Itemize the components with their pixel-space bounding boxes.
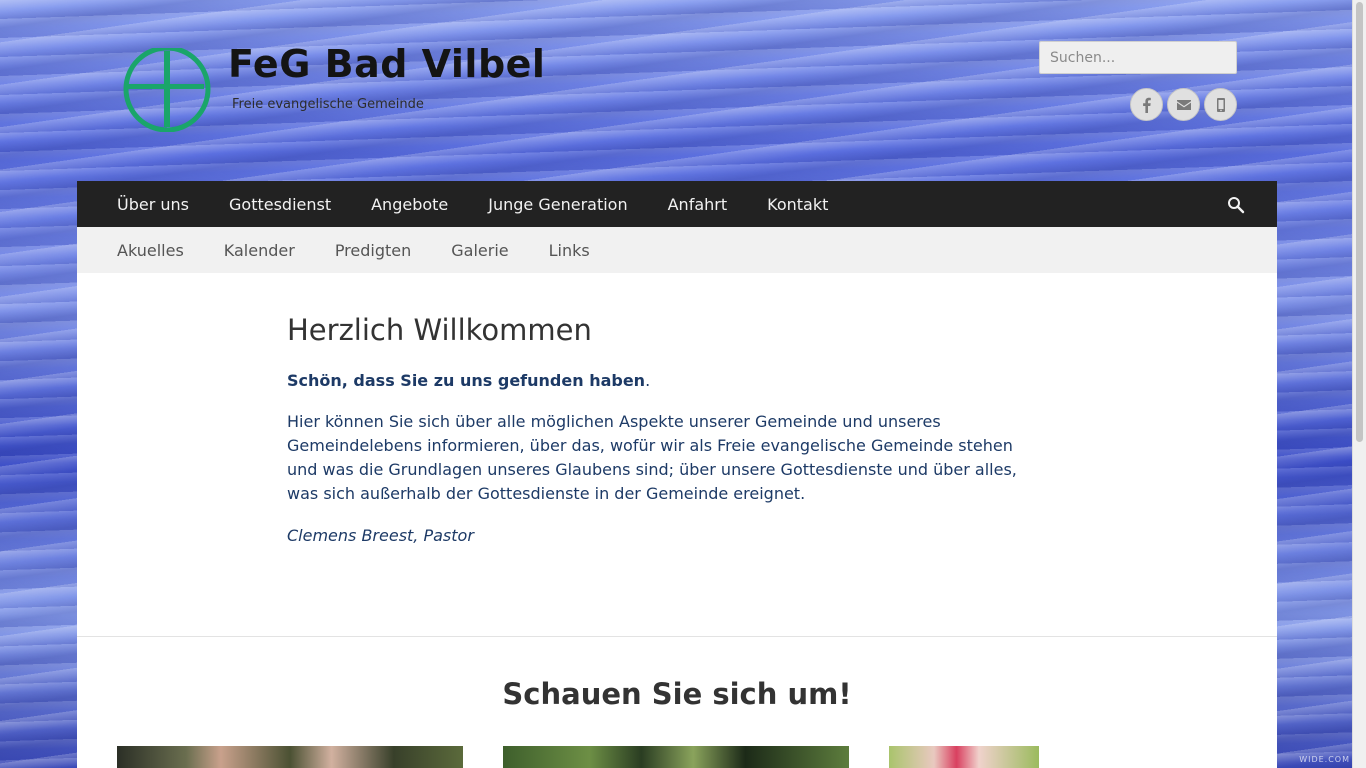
mobile-phone-icon	[1216, 97, 1225, 112]
gallery-thumbnail[interactable]	[117, 746, 463, 768]
welcome-heading: Herzlich Willkommen	[287, 313, 592, 347]
search-input[interactable]	[1039, 41, 1237, 74]
welcome-lead: Schön, dass Sie zu uns gefunden haben.	[287, 371, 1047, 390]
subnav-item-galerie[interactable]: Galerie	[451, 241, 508, 260]
gallery-thumbnail[interactable]	[889, 746, 1039, 768]
search-icon[interactable]	[1227, 196, 1245, 214]
nav-item-anfahrt[interactable]: Anfahrt	[668, 195, 728, 214]
gallery-thumbnail[interactable]	[503, 746, 849, 768]
nav-item-ueber-uns[interactable]: Über uns	[117, 195, 189, 214]
explore-heading: Schauen Sie sich um!	[502, 677, 852, 711]
welcome-section: Herzlich Willkommen Schön, dass Sie zu u…	[287, 313, 1047, 545]
secondary-navigation: Akuelles Kalender Predigten Galerie Link…	[77, 227, 1277, 273]
welcome-lead-tail: .	[645, 371, 651, 390]
mail-icon	[1176, 99, 1191, 110]
subnav-item-predigten[interactable]: Predigten	[335, 241, 411, 260]
facebook-link[interactable]	[1130, 88, 1163, 121]
page-container: Über uns Gottesdienst Angebote Junge Gen…	[77, 181, 1277, 768]
welcome-signature: Clemens Breest, Pastor	[287, 526, 474, 545]
phone-link[interactable]	[1204, 88, 1237, 121]
email-link[interactable]	[1167, 88, 1200, 121]
section-divider	[77, 636, 1277, 637]
subnav-item-kalender[interactable]: Kalender	[224, 241, 295, 260]
nav-item-angebote[interactable]: Angebote	[371, 195, 448, 214]
subnav-item-links[interactable]: Links	[549, 241, 590, 260]
facebook-icon	[1142, 97, 1151, 113]
site-description: Freie evangelische Gemeinde	[232, 97, 424, 112]
subnav-item-akuelles[interactable]: Akuelles	[117, 241, 184, 260]
site-logo[interactable]	[120, 45, 212, 133]
cross-in-circle-icon	[123, 45, 211, 133]
scrollbar-thumb[interactable]	[1356, 2, 1363, 442]
welcome-body: Hier können Sie sich über alle möglichen…	[287, 412, 1017, 503]
background-watermark: WIDE.COM	[1299, 755, 1350, 764]
site-title[interactable]: FeG Bad Vilbel	[228, 42, 545, 86]
page-scrollbar[interactable]	[1352, 0, 1366, 768]
nav-item-gottesdienst[interactable]: Gottesdienst	[229, 195, 331, 214]
welcome-lead-bold: Schön, dass Sie zu uns gefunden haben	[287, 371, 646, 390]
nav-item-kontakt[interactable]: Kontakt	[767, 195, 828, 214]
main-navigation: Über uns Gottesdienst Angebote Junge Gen…	[77, 181, 1277, 227]
nav-item-junge-generation[interactable]: Junge Generation	[488, 195, 627, 214]
